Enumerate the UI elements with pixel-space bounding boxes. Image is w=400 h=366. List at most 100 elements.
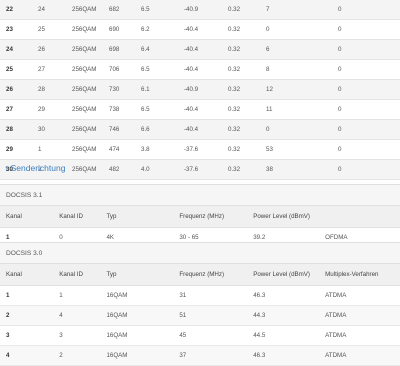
table-cell: 24: [6, 46, 13, 53]
column-header: Kanal ID: [59, 271, 83, 278]
table-cell: 0: [338, 166, 342, 173]
table-cell: 44.3: [253, 312, 266, 319]
table-row: 2 4 16QAM 51 44.3 ATDMA: [0, 306, 400, 326]
table-cell: 31: [179, 292, 187, 299]
table-cell: 16QAM: [106, 312, 128, 319]
table-cell: 256QAM: [72, 126, 97, 133]
table-cell: 51: [179, 312, 187, 319]
table-cell: 27: [38, 66, 45, 73]
table-cell: 0.32: [228, 86, 241, 93]
table-row: 28 30 256QAM 746 6.6 -40.4 0.32 0 0: [0, 120, 400, 140]
column-header: Typ: [106, 271, 117, 278]
table-cell: ATDMA: [325, 292, 347, 299]
table-row: 29 1 256QAM 474 3.8 -37.6 0.32 53 0: [0, 140, 400, 160]
table-row: 24 26 256QAM 698 6.4 -40.4 0.32 6 0: [0, 40, 400, 60]
table-cell: 3: [59, 332, 63, 339]
docsis30-title: DOCSIS 3.0: [0, 242, 400, 264]
table-cell: 46.3: [253, 292, 266, 299]
table-cell: 0.32: [228, 6, 241, 13]
table-cell: 25: [6, 66, 13, 73]
downstream-table: 22 24 256QAM 682 6.5 -40.9 0.32 7 0 23 25 256QAM 690…: [0, 0, 400, 180]
table-cell: 16QAM: [106, 332, 128, 339]
table-cell: 730: [109, 86, 120, 93]
table-cell: 24: [38, 6, 45, 13]
table-cell: 30: [38, 126, 45, 133]
docsis30-header-row: Kanal Kanal ID Typ Frequenz (MHz) Power Leve…: [0, 264, 400, 286]
table-cell: 256QAM: [72, 26, 97, 33]
column-header: Frequenz (MHz): [179, 213, 225, 220]
table-cell: 11: [266, 106, 273, 113]
table-cell: 6.1: [141, 86, 150, 93]
docsis30-body: 1 1 16QAM 31 46.3 ATDMA 2 4 16QAM 51 44.3 ATDMA 3 3 16…: [0, 286, 400, 366]
upstream-section-link[interactable]: ↑ Senderichtung: [4, 163, 65, 173]
table-cell: 23: [6, 26, 13, 33]
table-cell: 29: [38, 106, 45, 113]
table-cell: 706: [109, 66, 120, 73]
table-cell: -37.6: [184, 166, 199, 173]
table-cell: 0: [338, 6, 342, 13]
table-cell: 27: [6, 106, 13, 113]
table-cell: 4: [59, 312, 63, 319]
table-cell: 2: [6, 312, 10, 319]
table-cell: 0: [266, 26, 270, 33]
column-header: Frequenz (MHz): [179, 271, 225, 278]
table-cell: 0: [266, 126, 270, 133]
column-header: Kanal ID: [59, 213, 83, 220]
table-cell: -40.4: [184, 66, 199, 73]
table-cell: 7: [266, 6, 270, 13]
table-cell: 4.0: [141, 166, 150, 173]
column-header: Kanal: [6, 213, 22, 220]
table-row: 27 29 256QAM 738 6.5 -40.4 0.32 11 0: [0, 100, 400, 120]
table-cell: 0.32: [228, 106, 241, 113]
table-cell: 16QAM: [106, 292, 128, 299]
table-cell: 4: [6, 352, 10, 359]
docsis31-panel: DOCSIS 3.1 Kanal Kanal ID Typ Frequenz (MHz…: [0, 184, 400, 248]
table-cell: 3: [6, 332, 10, 339]
table-row: 25 27 256QAM 706 6.5 -40.4 0.32 8 0: [0, 60, 400, 80]
table-cell: 6.5: [141, 6, 150, 13]
table-cell: 39.2: [253, 234, 266, 241]
table-cell: 45: [179, 332, 187, 339]
table-cell: -40.9: [184, 6, 199, 13]
channel-info-page: 22 24 256QAM 682 6.5 -40.9 0.32 7 0 23 25 256QAM 690…: [0, 0, 400, 366]
table-cell: OFDMA: [325, 234, 348, 241]
table-cell: 0.32: [228, 26, 241, 33]
column-header: Typ: [106, 213, 117, 220]
table-cell: 6.4: [141, 46, 150, 53]
table-cell: 37: [179, 352, 187, 359]
column-header: Multiplex-Verfahren: [325, 271, 379, 278]
table-cell: 0.32: [228, 46, 241, 53]
docsis31-title: DOCSIS 3.1: [0, 184, 400, 206]
table-cell: ATDMA: [325, 312, 347, 319]
column-header: Power Level (dBmV): [253, 271, 310, 278]
table-cell: 6.2: [141, 26, 150, 33]
table-cell: 53: [266, 146, 273, 153]
table-cell: 0: [59, 234, 63, 241]
table-cell: -37.6: [184, 146, 199, 153]
table-cell: 256QAM: [72, 46, 97, 53]
table-cell: 38: [266, 166, 273, 173]
table-row: 4 2 16QAM 37 46.3 ATDMA: [0, 346, 400, 366]
table-cell: 6.5: [141, 66, 150, 73]
table-cell: 482: [109, 166, 120, 173]
table-cell: 4K: [106, 234, 115, 241]
table-cell: 0: [338, 26, 342, 33]
table-cell: 46.3: [253, 352, 266, 359]
table-cell: 256QAM: [72, 166, 97, 173]
table-cell: 6.5: [141, 106, 150, 113]
table-cell: 1: [6, 292, 10, 299]
table-cell: 256QAM: [72, 6, 97, 13]
table-cell: 682: [109, 6, 120, 13]
table-cell: 29: [6, 146, 13, 153]
table-cell: 698: [109, 46, 120, 53]
table-cell: 26: [6, 86, 13, 93]
table-row: 26 28 256QAM 730 6.1 -40.9 0.32 12 0: [0, 80, 400, 100]
table-cell: 28: [38, 86, 45, 93]
table-cell: 1: [6, 234, 10, 241]
table-cell: 256QAM: [72, 86, 97, 93]
table-cell: 0: [338, 126, 342, 133]
table-cell: -40.9: [184, 86, 199, 93]
table-cell: 474: [109, 146, 120, 153]
table-cell: 0.32: [228, 166, 241, 173]
table-cell: 0.32: [228, 146, 241, 153]
